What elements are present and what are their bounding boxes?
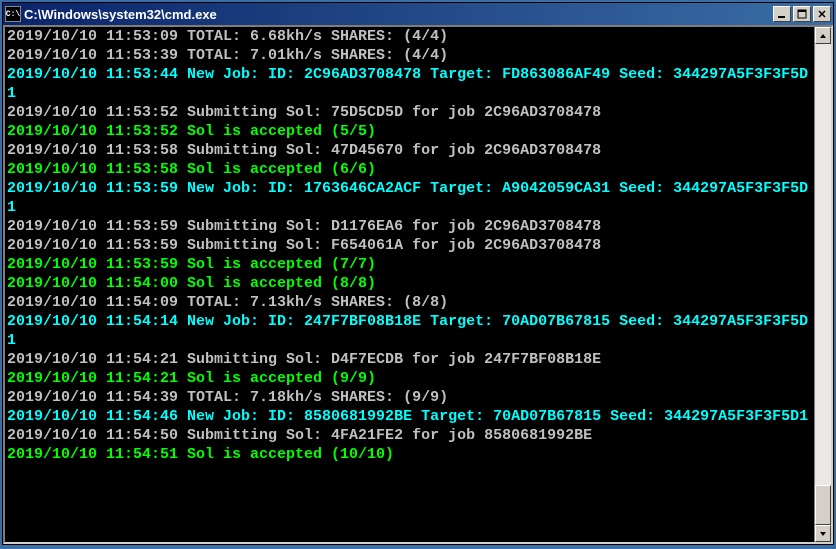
terminal-line: 2019/10/10 11:54:09 TOTAL: 7.13kh/s SHAR… xyxy=(7,294,448,311)
maximize-button[interactable] xyxy=(793,6,811,22)
terminal-line: 2019/10/10 11:53:52 Submitting Sol: 75D5… xyxy=(7,104,601,121)
cmd-icon: C:\ xyxy=(5,6,21,22)
vertical-scrollbar[interactable] xyxy=(814,27,831,542)
scroll-thumb[interactable] xyxy=(815,485,831,525)
terminal-line: 2019/10/10 11:53:59 Submitting Sol: F654… xyxy=(7,237,601,254)
close-button[interactable] xyxy=(813,6,831,22)
terminal-line: 2019/10/10 11:54:00 Sol is accepted (8/8… xyxy=(7,275,376,292)
terminal-line: 2019/10/10 11:53:39 TOTAL: 7.01kh/s SHAR… xyxy=(7,47,448,64)
terminal-line: 2019/10/10 11:53:59 Submitting Sol: D117… xyxy=(7,218,601,235)
terminal-line: 2019/10/10 11:54:14 New Job: ID: 247F7BF… xyxy=(7,313,808,349)
terminal-line: 2019/10/10 11:54:21 Submitting Sol: D4F7… xyxy=(7,351,601,368)
terminal-line: 2019/10/10 11:54:46 New Job: ID: 8580681… xyxy=(7,408,808,425)
titlebar[interactable]: C:\ C:\Windows\system32\cmd.exe xyxy=(3,3,833,25)
terminal-line: 2019/10/10 11:53:58 Sol is accepted (6/6… xyxy=(7,161,376,178)
terminal-line: 2019/10/10 11:54:39 TOTAL: 7.18kh/s SHAR… xyxy=(7,389,448,406)
terminal-line: 2019/10/10 11:54:50 Submitting Sol: 4FA2… xyxy=(7,427,592,444)
terminal-output[interactable]: 2019/10/10 11:53:09 TOTAL: 6.68kh/s SHAR… xyxy=(5,27,814,542)
scroll-up-button[interactable] xyxy=(815,27,831,44)
terminal-line: 2019/10/10 11:53:09 TOTAL: 6.68kh/s SHAR… xyxy=(7,28,448,45)
terminal-line: 2019/10/10 11:53:44 New Job: ID: 2C96AD3… xyxy=(7,66,808,102)
terminal-line: 2019/10/10 11:54:51 Sol is accepted (10/… xyxy=(7,446,394,463)
terminal-line: 2019/10/10 11:53:58 Submitting Sol: 47D4… xyxy=(7,142,601,159)
scroll-down-button[interactable] xyxy=(815,525,831,542)
content-area: 2019/10/10 11:53:09 TOTAL: 6.68kh/s SHAR… xyxy=(3,25,833,544)
terminal-line: 2019/10/10 11:53:59 Sol is accepted (7/7… xyxy=(7,256,376,273)
window-title: C:\Windows\system32\cmd.exe xyxy=(24,7,773,22)
scroll-track[interactable] xyxy=(815,44,831,525)
terminal-line: 2019/10/10 11:53:59 New Job: ID: 1763646… xyxy=(7,180,808,216)
minimize-button[interactable] xyxy=(773,6,791,22)
cmd-window: C:\ C:\Windows\system32\cmd.exe 2019/10/… xyxy=(2,2,834,545)
terminal-line: 2019/10/10 11:53:52 Sol is accepted (5/5… xyxy=(7,123,376,140)
window-controls xyxy=(773,6,831,22)
terminal-line: 2019/10/10 11:54:21 Sol is accepted (9/9… xyxy=(7,370,376,387)
